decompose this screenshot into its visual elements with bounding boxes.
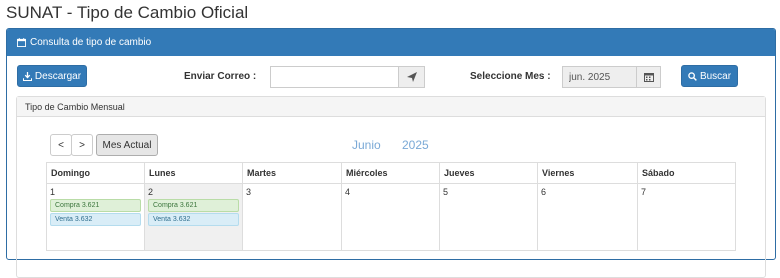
- calendar-icon: [17, 38, 26, 47]
- month-label: Seleccione Mes :: [470, 71, 551, 82]
- calendar-year: 2025: [402, 138, 429, 152]
- month-picker-button[interactable]: [636, 66, 661, 88]
- page-title: SUNAT - Tipo de Cambio Oficial: [6, 3, 249, 22]
- day-number: 1: [50, 187, 56, 197]
- calendar-day-cell[interactable]: 6: [537, 183, 638, 251]
- email-label: Enviar Correo :: [184, 71, 257, 82]
- buy-rate-badge: Compra 3.621: [148, 199, 239, 212]
- paper-plane-icon: [406, 72, 417, 82]
- download-label: Descargar: [34, 70, 82, 82]
- next-month-button[interactable]: >: [71, 134, 93, 156]
- search-label: Buscar: [699, 70, 732, 82]
- panel-heading-label: Consulta de tipo de cambio: [30, 37, 152, 48]
- sell-rate-badge: Venta 3.632: [50, 213, 141, 226]
- weekday-sunday: Domingo: [46, 162, 145, 184]
- download-button[interactable]: Descargar: [17, 65, 87, 87]
- day-number: 3: [246, 187, 252, 197]
- download-icon: [22, 71, 32, 81]
- calendar-day-cell[interactable]: 7: [637, 183, 736, 251]
- weekday-monday: Lunes: [144, 162, 243, 184]
- search-button[interactable]: Buscar: [681, 65, 738, 87]
- weekday-tuesday: Martes: [242, 162, 342, 184]
- day-number: 6: [541, 187, 547, 197]
- calendar-day-cell[interactable]: 3: [242, 183, 342, 251]
- calendar-day-cell[interactable]: 4: [341, 183, 440, 251]
- search-icon: [688, 71, 697, 81]
- email-input[interactable]: [270, 66, 399, 88]
- sell-rate-badge: Venta 3.632: [148, 213, 239, 226]
- current-month-button[interactable]: Mes Actual: [96, 134, 158, 156]
- day-number: 5: [443, 187, 449, 197]
- calendar-icon: [643, 73, 654, 82]
- calendar-month: Junio: [352, 138, 381, 152]
- calendar-day-cell[interactable]: 2 Compra 3.621 Venta 3.632: [144, 183, 243, 251]
- buy-rate-badge: Compra 3.621: [50, 199, 141, 212]
- panel-heading: Consulta de tipo de cambio: [7, 29, 775, 56]
- monthly-rate-heading: Tipo de Cambio Mensual: [17, 97, 765, 117]
- month-input[interactable]: [562, 66, 637, 88]
- calendar-grid: Domingo Lunes Martes Miércoles Jueves Vi…: [46, 162, 736, 251]
- calendar-day-cell[interactable]: 1 Compra 3.621 Venta 3.632: [46, 183, 145, 251]
- calendar-day-cell[interactable]: 5: [439, 183, 538, 251]
- weekday-thursday: Jueves: [439, 162, 538, 184]
- send-email-button[interactable]: [398, 66, 425, 88]
- day-number: 7: [641, 187, 647, 197]
- weekday-header-row: Domingo Lunes Martes Miércoles Jueves Vi…: [46, 162, 736, 184]
- day-number: 4: [345, 187, 351, 197]
- weekday-saturday: Sábado: [637, 162, 736, 184]
- calendar-week-row: 1 Compra 3.621 Venta 3.632 2 Compra 3.62…: [46, 183, 736, 251]
- day-number: 2: [148, 187, 154, 197]
- prev-month-button[interactable]: <: [50, 134, 72, 156]
- weekday-wednesday: Miércoles: [341, 162, 440, 184]
- weekday-friday: Viernes: [537, 162, 638, 184]
